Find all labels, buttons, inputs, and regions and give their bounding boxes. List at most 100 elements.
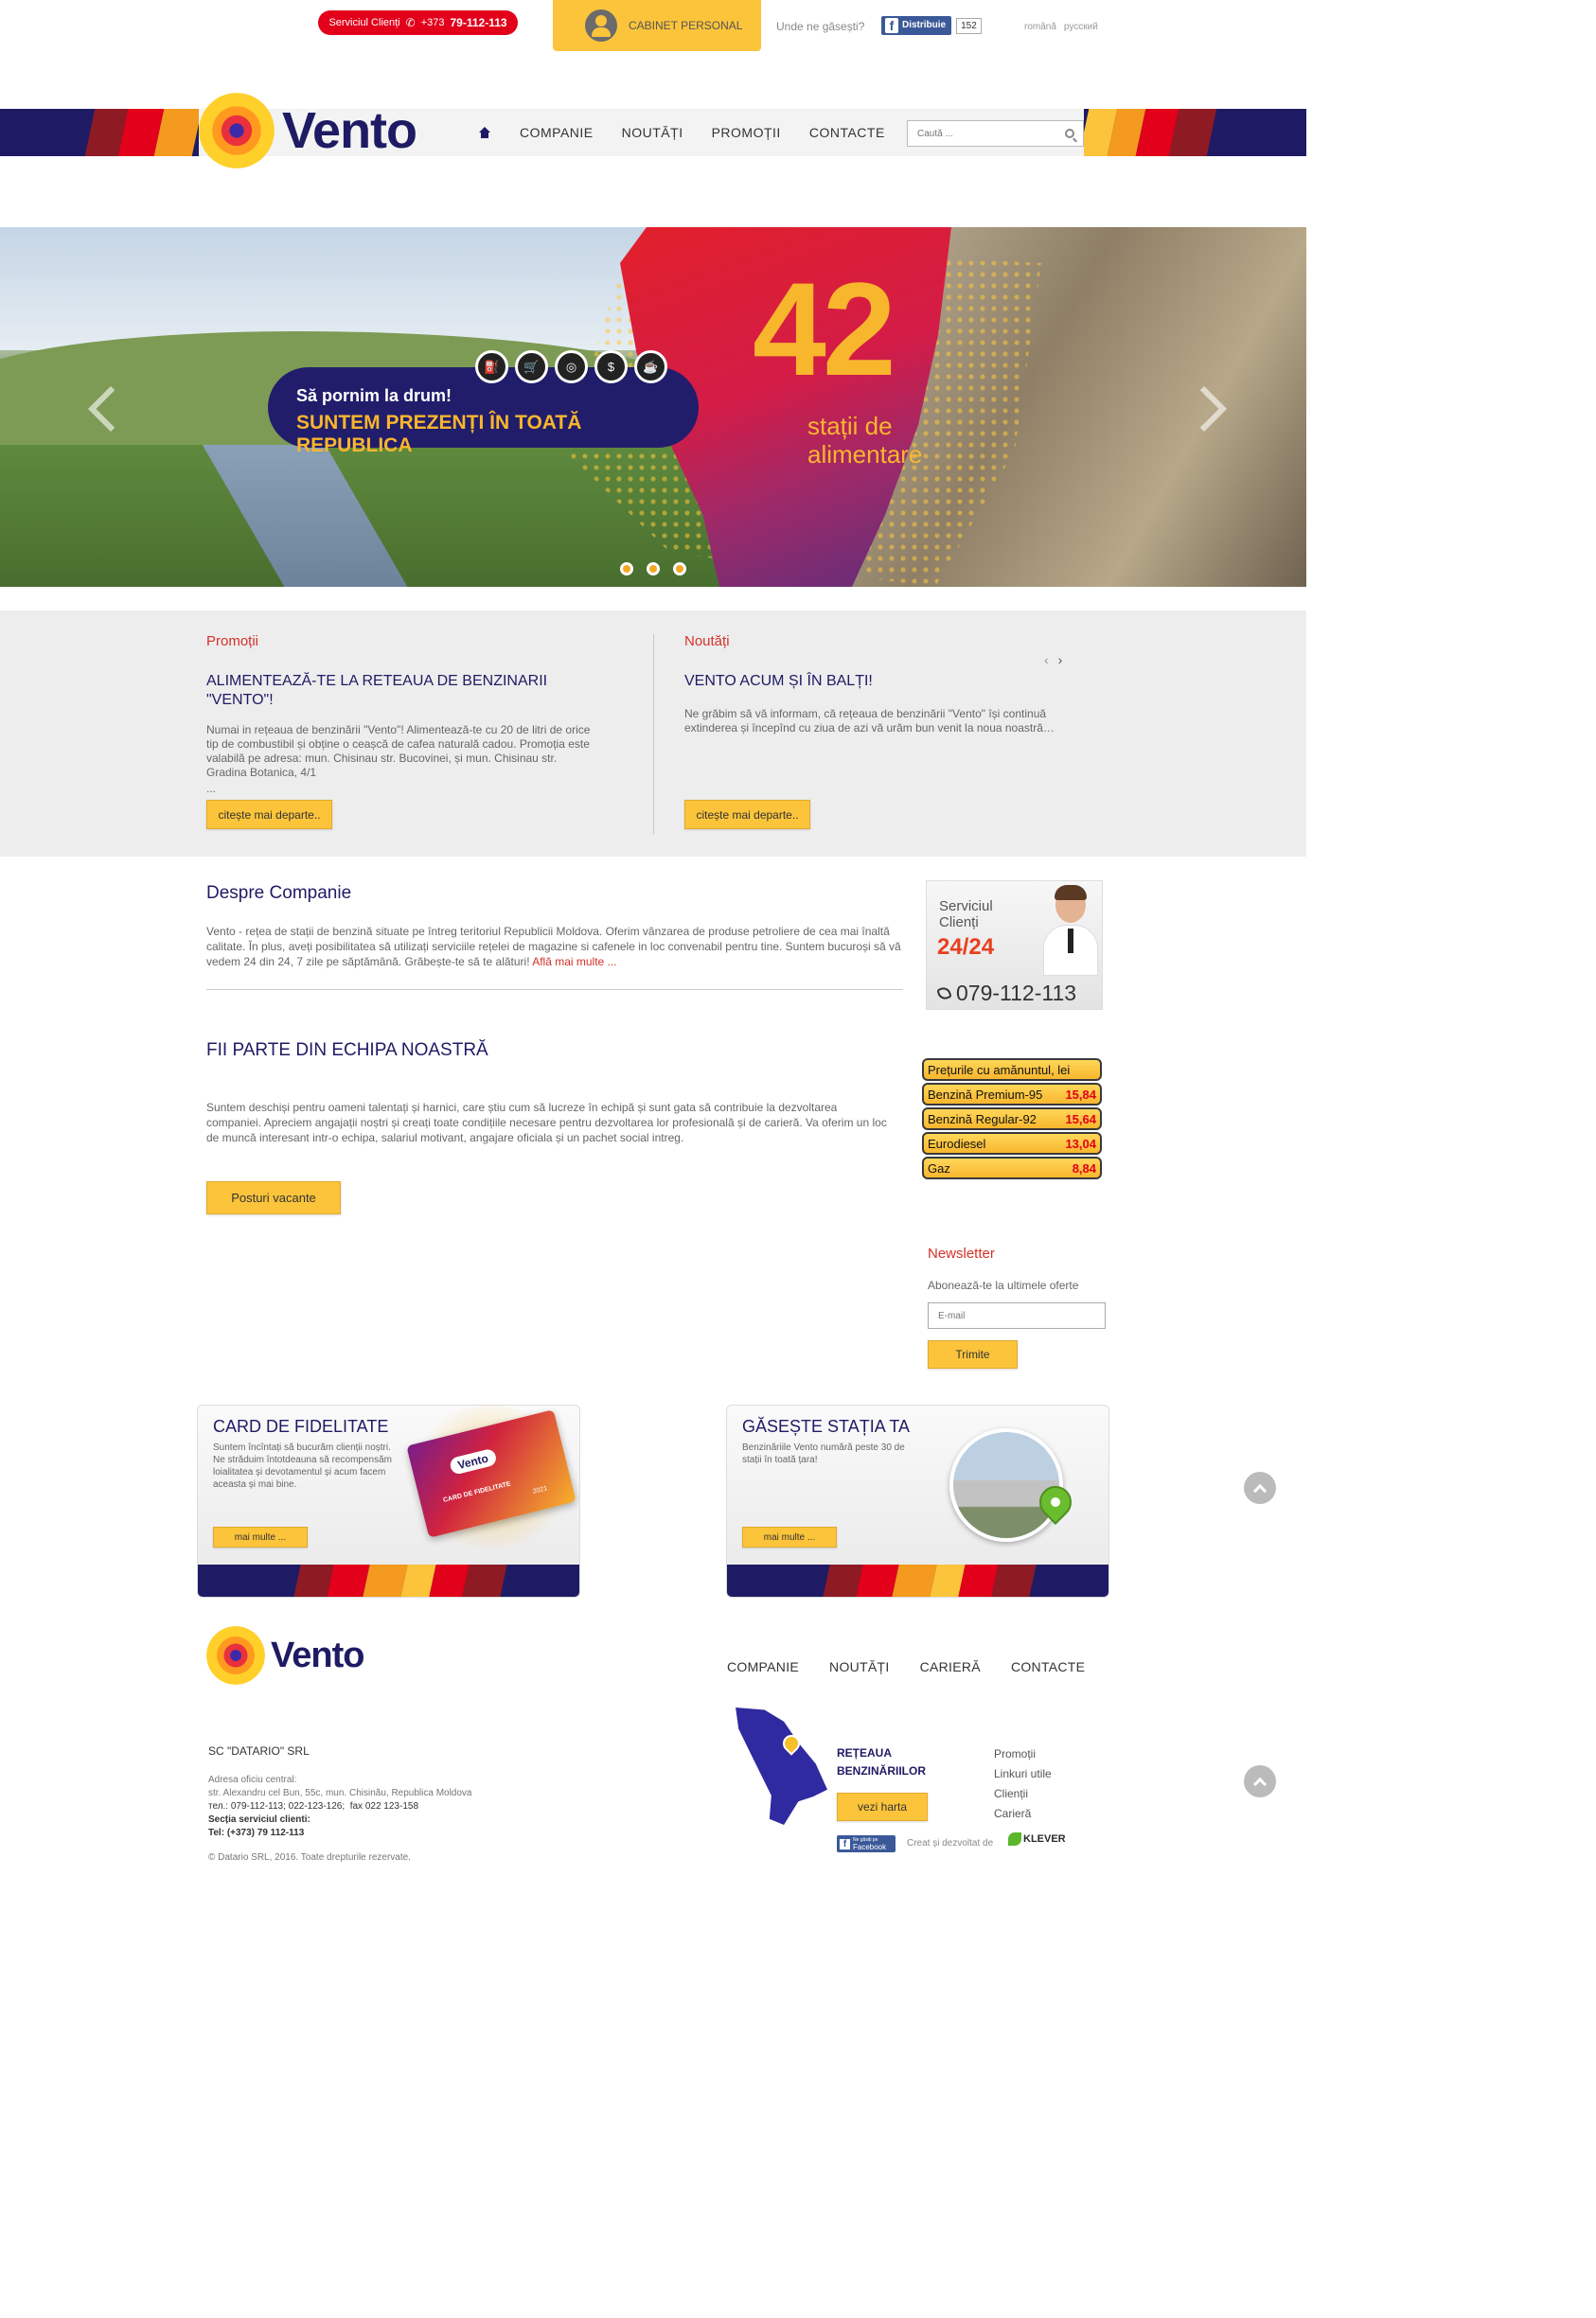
price-name: Benzină Regular-92 [928, 1111, 1037, 1126]
loyalty-card-more-button[interactable]: mai multe ... [213, 1527, 308, 1548]
view-map-button[interactable]: vezi harta [837, 1793, 928, 1821]
hero-river [202, 445, 414, 587]
nav-item-promotii[interactable]: PROMOȚII [712, 125, 781, 140]
service-label: Serviciul Clienți [328, 17, 400, 28]
newsletter-submit-button[interactable]: Trimite [928, 1340, 1018, 1369]
lang-ro-link[interactable]: română [1024, 22, 1056, 32]
moldova-map-icon[interactable] [736, 1708, 827, 1825]
find-station-title: GĂSEȘTE STAȚIA TA [742, 1417, 911, 1436]
hero-big-caption: stații de alimentare [807, 412, 968, 469]
network-title-line2: BENZINĂRIILOR [837, 1764, 926, 1778]
footer-logo-text: Vento [271, 1635, 364, 1675]
nav-item-companie[interactable]: COMPANIE [520, 125, 594, 140]
fuel-icon: ⛽ [475, 350, 508, 383]
price-name: Eurodiesel [928, 1136, 986, 1151]
price-name: Benzină Premium-95 [928, 1087, 1043, 1102]
footer-nav-companie[interactable]: COMPANIE [727, 1659, 799, 1674]
user-icon [585, 9, 617, 42]
service-box-phone-row: 079-112-113 [936, 981, 1077, 1006]
service-box-phone: 079-112-113 [956, 981, 1077, 1005]
loyalty-card-title: CARD DE FIDELITATE [213, 1417, 389, 1436]
main-nav: COMPANIE NOUTĂȚI PROMOȚII CONTACTE [478, 109, 885, 156]
news-prev-icon[interactable]: ‹ [1044, 652, 1049, 667]
promotii-ellipsis: ... [206, 782, 217, 795]
cabinet-label: CABINET PERSONAL [629, 19, 743, 32]
news-next-icon[interactable]: › [1058, 652, 1063, 667]
footer-link-clienti[interactable]: Clienții [994, 1784, 1052, 1804]
nav-item-noutati[interactable]: NOUTĂȚI [622, 125, 683, 140]
service-box[interactable]: Serviciul Clienți 24/24 079-112-113 [926, 880, 1103, 1010]
slider-dots [620, 562, 686, 575]
phone-icon: ✆ [405, 16, 416, 29]
footer-logo[interactable]: Vento [206, 1626, 364, 1685]
find-station-more-button[interactable]: mai multe ... [742, 1527, 837, 1548]
footer-phones: тел.: 079-112-113; 022-123-126; [208, 1801, 346, 1812]
job-openings-button[interactable]: Posturi vacante [206, 1181, 341, 1214]
logo[interactable]: Vento [199, 93, 417, 168]
hero-pill-line2: SUNTEM PREZENȚI ÎN TOATĂ REPUBLICA [296, 412, 582, 456]
facebook-icon: f [840, 1838, 850, 1849]
price-value: 13,04 [1065, 1136, 1096, 1151]
scroll-top-icon[interactable] [1244, 1765, 1276, 1797]
promotii-title[interactable]: ALIMENTEAZĂ-TE LA RETEAUA DE BENZINARII … [206, 672, 585, 710]
promotii-text: Numai in rețeaua de benzinării "Vento"! … [206, 723, 591, 779]
footer-nav-noutati[interactable]: NOUTĂȚI [829, 1659, 890, 1674]
search-icon[interactable] [1065, 129, 1074, 138]
about-text-block: Vento - rețea de stații de benzină situa… [206, 924, 903, 969]
footer-link-linkuri[interactable]: Linkuri utile [994, 1764, 1052, 1784]
money-icon: $ [594, 350, 628, 383]
hero-service-icons: ⛽ 🛒 ◎ $ ☕ [475, 350, 667, 383]
footer-address-label: Adresa oficiu central: [208, 1775, 297, 1785]
facebook-share[interactable]: Distribuie 152 [881, 16, 982, 35]
hero-big-caption-line1: stații de [807, 412, 893, 440]
search-input[interactable] [908, 121, 1050, 146]
footer-nav-contacte[interactable]: CONTACTE [1011, 1659, 1085, 1674]
home-icon[interactable] [478, 127, 491, 138]
footer-link-cariera[interactable]: Carieră [994, 1804, 1052, 1824]
price-name: Gaz [928, 1160, 950, 1176]
footer-link-promotii[interactable]: Promoții [994, 1744, 1052, 1764]
cup-icon: ☕ [634, 350, 667, 383]
facebook-link-label: Facebook [853, 1843, 887, 1851]
cabinet-personal-button[interactable]: CABINET PERSONAL [553, 0, 761, 51]
loyalty-card-year: 2021 [532, 1485, 548, 1495]
phone-icon [936, 985, 952, 1001]
loyalty-card-text: Suntem încîntați să bucurăm clienții noș… [213, 1442, 392, 1490]
scroll-top-icon[interactable] [1244, 1472, 1276, 1504]
cart-icon: 🛒 [515, 350, 548, 383]
service-phone: 79-112-113 [450, 16, 507, 29]
about-title: Despre Companie [206, 883, 352, 903]
facebook-share-count: 152 [956, 17, 982, 34]
footer-svc-phone: Tel: (+373) 79 112-113 [208, 1828, 305, 1838]
footer-address: str. Alexandru cel Bun, 55c, mun. Chisin… [208, 1788, 472, 1798]
prices-heading-text: Prețurile cu amănuntul, lei [928, 1062, 1071, 1077]
prices-heading: Prețurile cu amănuntul, lei [922, 1058, 1102, 1081]
about-more-link[interactable]: Află mai multe ... [532, 955, 616, 968]
price-value: 15,84 [1065, 1087, 1096, 1102]
promotii-read-more-button[interactable]: citește mai departe.. [206, 800, 332, 829]
footer-company: SC "DATARIO" SRL [208, 1744, 310, 1758]
nav-item-contacte[interactable]: CONTACTE [809, 125, 885, 140]
newsletter-email-input[interactable] [928, 1302, 1106, 1329]
slider-dot-1[interactable] [620, 562, 633, 575]
noutati-read-more-button[interactable]: citește mai departe.. [684, 800, 810, 829]
facebook-link[interactable]: f Ne găsiți pe Facebook [837, 1835, 896, 1852]
footer-nav-cariera[interactable]: CARIERĂ [920, 1659, 981, 1674]
service-phone-pill[interactable]: Serviciul Clienți ✆ +373 79-112-113 [318, 10, 518, 35]
lang-ru-link[interactable]: русский [1064, 22, 1098, 32]
find-us-label: Unde ne găsești? [776, 20, 865, 33]
hero-big-number: 42 [753, 255, 896, 403]
slider-dot-3[interactable] [673, 562, 686, 575]
price-row: Benzină Premium-95 15,84 [922, 1083, 1102, 1106]
noutati-title[interactable]: VENTO ACUM ȘI ÎN BALȚI! [684, 672, 1082, 691]
service-phone-prefix: +373 [420, 17, 445, 28]
slider-dot-2[interactable] [647, 562, 660, 575]
search-box [907, 120, 1084, 147]
agent-avatar [1041, 885, 1098, 976]
newsletter-title: Newsletter [928, 1246, 995, 1262]
price-value: 15,64 [1065, 1111, 1096, 1126]
footer-copyright: © Datario SRL, 2016. Toate drepturile re… [208, 1852, 411, 1863]
clover-icon [1008, 1832, 1021, 1846]
facebook-share-button[interactable]: Distribuie [881, 16, 952, 35]
developer-logo[interactable]: KLEVER [1008, 1832, 1066, 1846]
